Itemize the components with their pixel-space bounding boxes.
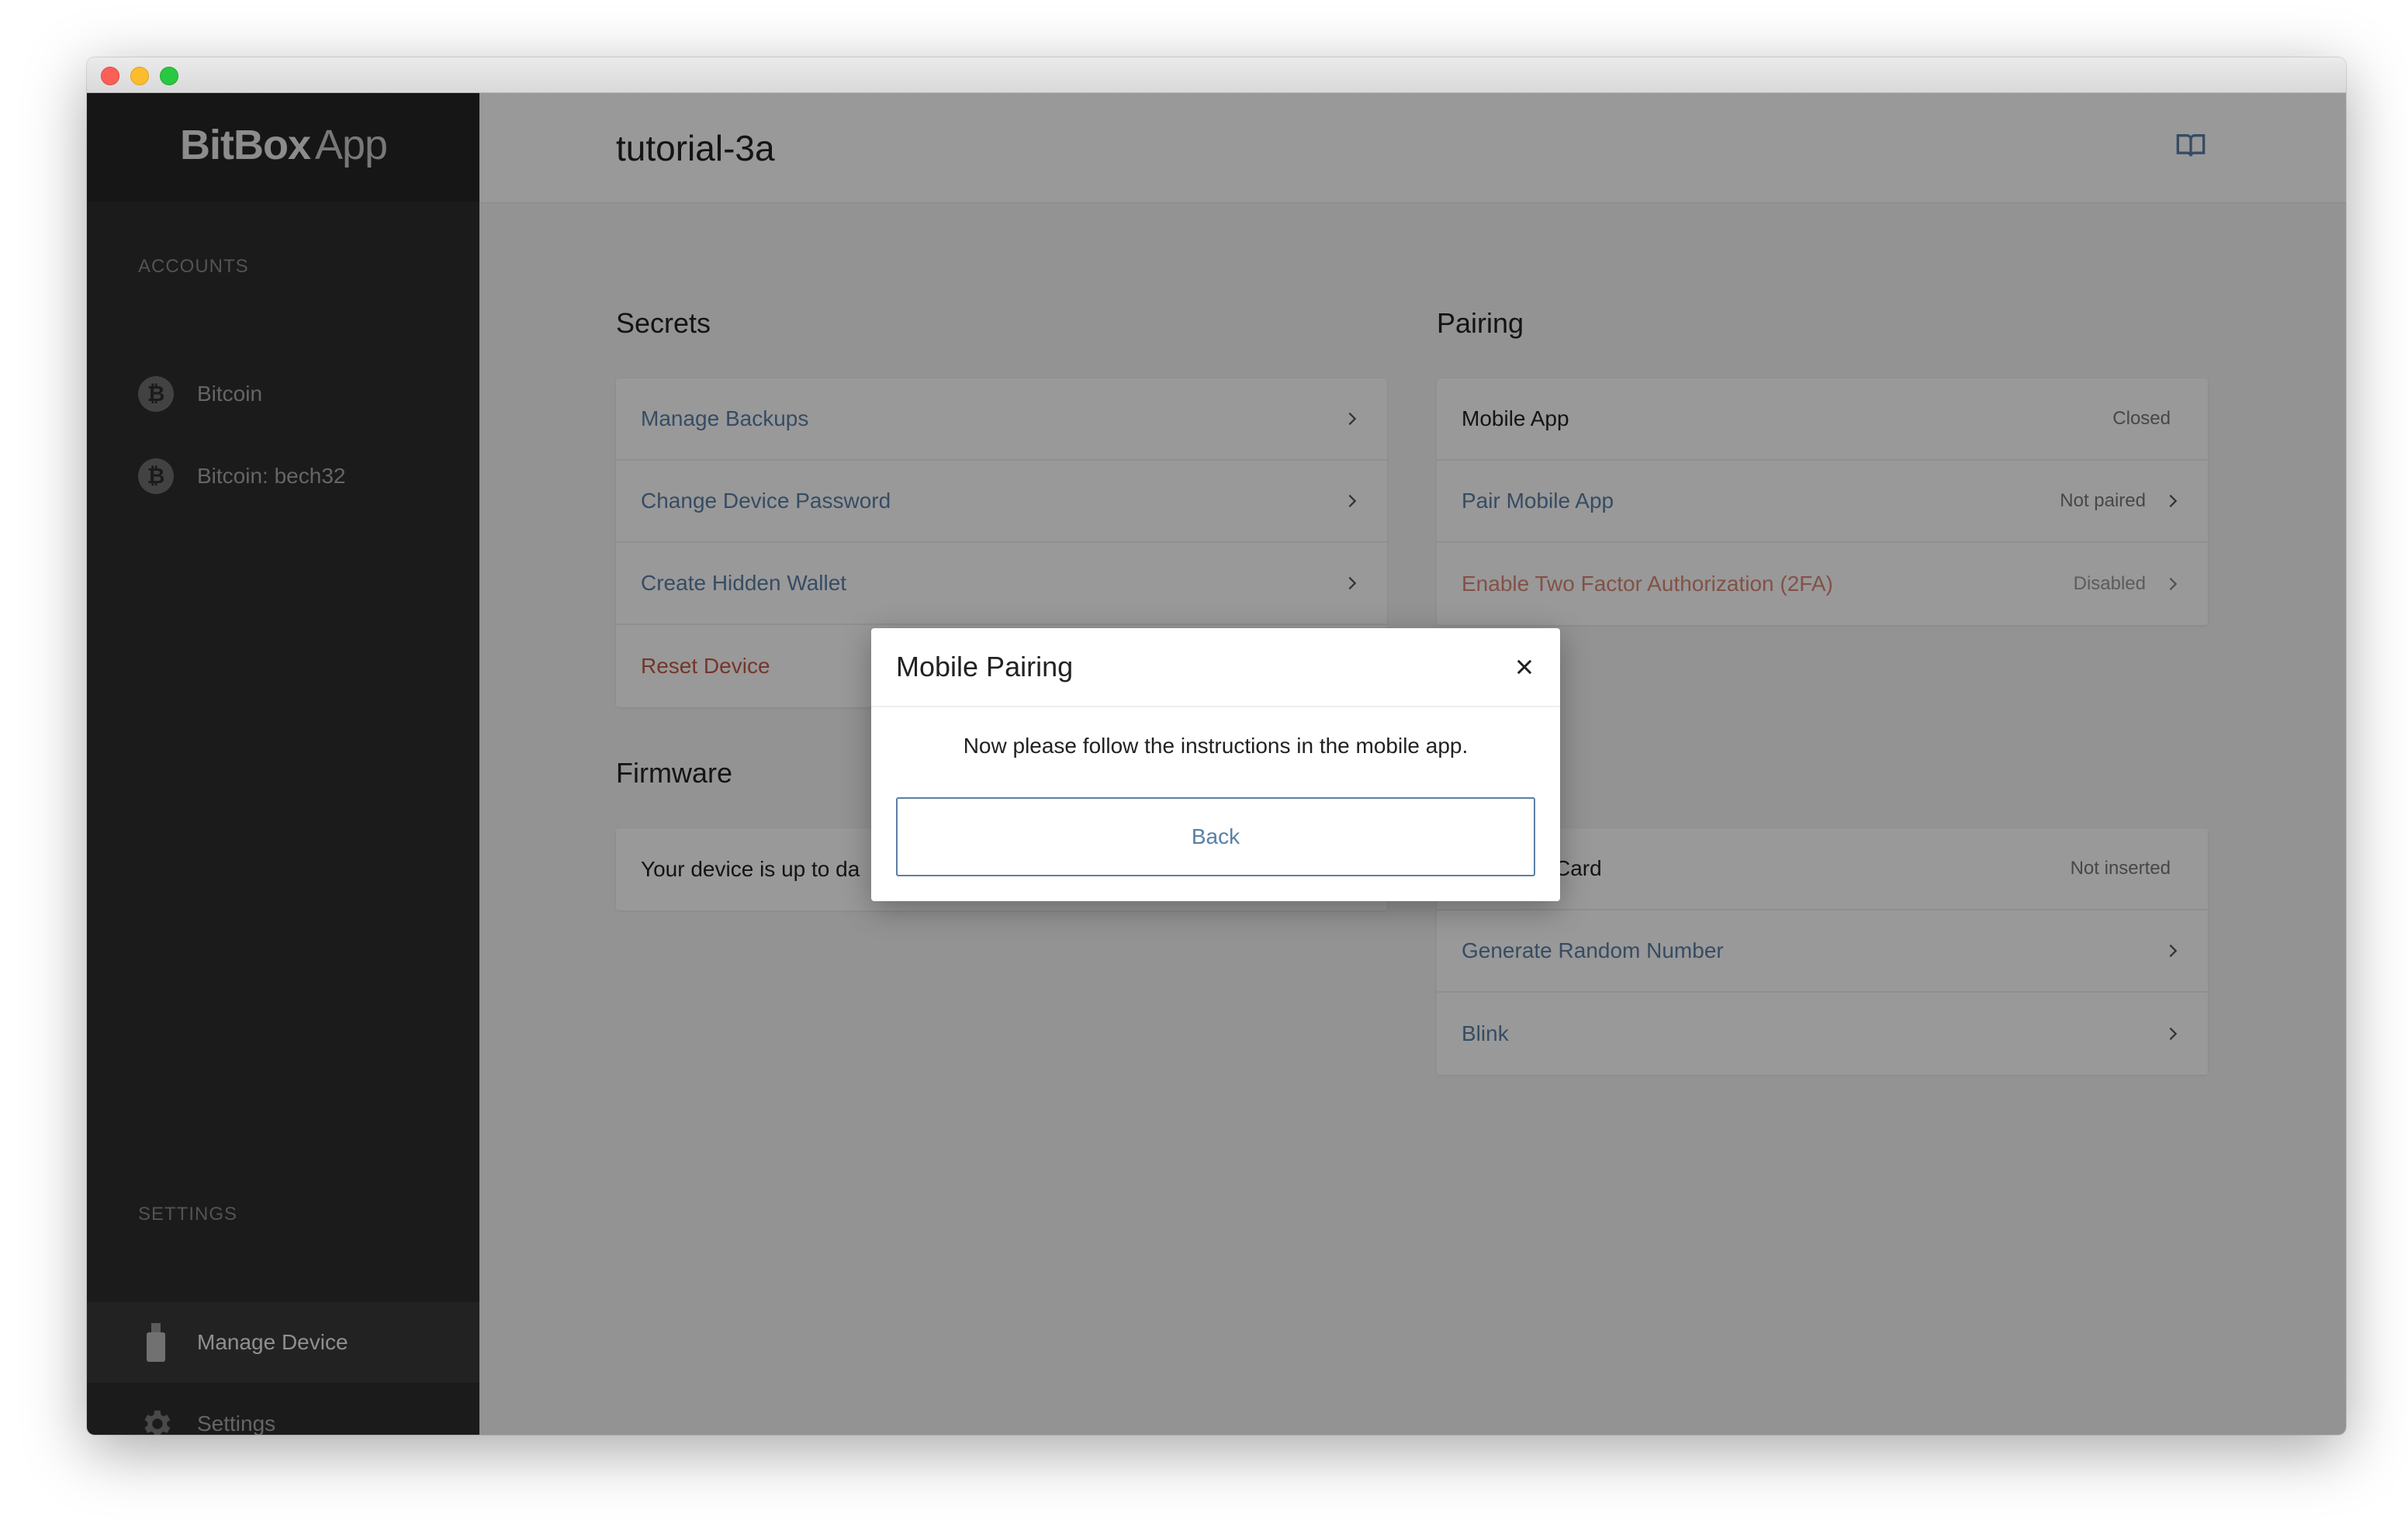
close-icon[interactable]	[1514, 656, 1535, 678]
window-minimize-button[interactable]	[130, 67, 149, 85]
dialog-header: Mobile Pairing	[871, 628, 1560, 707]
dialog-title: Mobile Pairing	[896, 651, 1074, 682]
back-button[interactable]: Back	[896, 797, 1535, 876]
window-close-button[interactable]	[101, 67, 119, 85]
mobile-pairing-dialog: Mobile Pairing Now please follow the ins…	[871, 628, 1560, 901]
dialog-message: Now please follow the instructions in th…	[963, 734, 1469, 758]
app-window: BitBox App ACCOUNTS ₿ Bitcoin ₿ Bitcoin: …	[87, 57, 2346, 1435]
window-titlebar	[87, 57, 2346, 93]
window-maximize-button[interactable]	[160, 67, 178, 85]
